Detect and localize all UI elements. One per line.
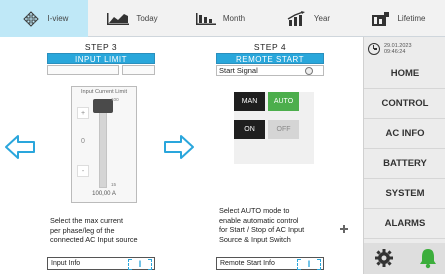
- next-arrow-icon[interactable]: [163, 134, 195, 160]
- start-signal-label: Start Signal: [219, 66, 258, 75]
- description-line: Select AUTO mode to: [219, 206, 290, 215]
- auto-button[interactable]: AUTO: [268, 92, 299, 111]
- info-icon[interactable]: I: [126, 258, 154, 271]
- input-info-box[interactable]: Input Info I: [47, 257, 155, 270]
- tab-year[interactable]: Year: [264, 0, 352, 37]
- step-title: STEP 4: [253, 42, 287, 52]
- sidebar-item-control[interactable]: CONTROL: [364, 89, 445, 119]
- clock-text: 29.01.2023 09:46:24: [384, 43, 412, 56]
- step-4-description: Select AUTO mode to enable automatic con…: [219, 206, 304, 244]
- tab-i-view[interactable]: I-view: [0, 0, 88, 37]
- tab-label: Lifetime: [397, 14, 426, 23]
- description-line: enable automatic control: [219, 215, 299, 225]
- tab-label: Today: [136, 14, 158, 23]
- sidebar: 29.01.2023 09:46:24 HOME CONTROL AC INFO…: [363, 37, 445, 274]
- inverter-view-icon: [22, 10, 39, 27]
- sidebar-item-system[interactable]: SYSTEM: [364, 179, 445, 209]
- sidebar-footer: [364, 243, 445, 274]
- mode-toggle-grid: MAN AUTO ON OFF: [234, 92, 314, 164]
- slider-label: Input Current Limit: [80, 89, 127, 95]
- previous-arrow-icon[interactable]: [4, 134, 36, 160]
- step-4-panel: STEP 4 REMOTE START Start Signal MAN AUT…: [216, 42, 324, 270]
- sidebar-item-home[interactable]: HOME: [364, 59, 445, 89]
- description-line: connected AC Input source: [50, 235, 138, 245]
- slider-max-tick: 100: [111, 97, 119, 102]
- info-label: Remote Start Info: [220, 260, 275, 267]
- description-line: per phase/leg of the: [50, 225, 115, 235]
- sidebar-item-ac-info[interactable]: AC INFO: [364, 119, 445, 149]
- description-line: Source & Input Switch: [219, 234, 291, 244]
- month-chart-icon: [195, 12, 216, 25]
- clock: 29.01.2023 09:46:24: [368, 39, 444, 59]
- tab-today[interactable]: Today: [88, 0, 176, 37]
- step-header: REMOTE START: [216, 53, 324, 64]
- lifetime-chart-icon: [372, 11, 390, 26]
- year-chart-icon: [287, 10, 305, 26]
- info-icon[interactable]: I: [295, 258, 323, 271]
- step-header: INPUT LIMIT: [47, 53, 155, 64]
- description-line: for Start / Stop of AC Input: [219, 225, 305, 235]
- value-field[interactable]: 0: [77, 135, 89, 147]
- clock-time: 09:46:24: [384, 49, 406, 55]
- top-tab-bar: I-view Today Month Year Lifetime: [0, 0, 445, 37]
- on-button[interactable]: ON: [234, 120, 265, 139]
- plus-icon: [340, 225, 348, 233]
- clock-icon: [368, 43, 380, 55]
- sidebar-item-battery[interactable]: BATTERY: [364, 149, 445, 179]
- bar-chart-icon: [107, 12, 130, 25]
- man-button[interactable]: MAN: [234, 92, 265, 111]
- tab-lifetime[interactable]: Lifetime: [352, 0, 445, 37]
- slider-thumb[interactable]: [93, 99, 113, 113]
- step-title: STEP 3: [84, 42, 118, 52]
- description-line: Select the max current: [50, 216, 124, 225]
- step-3-description: Select the max current per phase/leg of …: [50, 216, 138, 245]
- sidebar-item-alarms[interactable]: ALARMS: [364, 209, 445, 239]
- settings-gear-icon[interactable]: [374, 248, 394, 268]
- off-button[interactable]: OFF: [268, 120, 299, 139]
- alarm-bell-icon[interactable]: [418, 247, 438, 269]
- step-3-panel: STEP 3 INPUT LIMIT Input Current Limit +…: [47, 42, 155, 270]
- input-field-row: [47, 65, 155, 75]
- limit-field[interactable]: [47, 65, 119, 75]
- remote-start-info-box[interactable]: Remote Start Info I: [216, 257, 324, 270]
- slider-min-tick: 15: [111, 182, 117, 187]
- tab-label: I-view: [47, 14, 69, 23]
- start-signal-indicator-icon: [305, 67, 313, 75]
- current-value: 100,00 A: [92, 191, 116, 197]
- input-current-slider: Input Current Limit + 0 - 100 15 100,00 …: [71, 86, 137, 203]
- decrease-button[interactable]: -: [77, 165, 89, 177]
- unit-field[interactable]: [122, 65, 155, 75]
- tab-label: Year: [313, 14, 331, 23]
- info-label: Input Info: [51, 260, 81, 267]
- tab-label: Month: [222, 14, 246, 23]
- increase-button[interactable]: +: [77, 107, 89, 119]
- tab-month[interactable]: Month: [176, 0, 264, 37]
- start-signal-row: Start Signal: [216, 65, 324, 76]
